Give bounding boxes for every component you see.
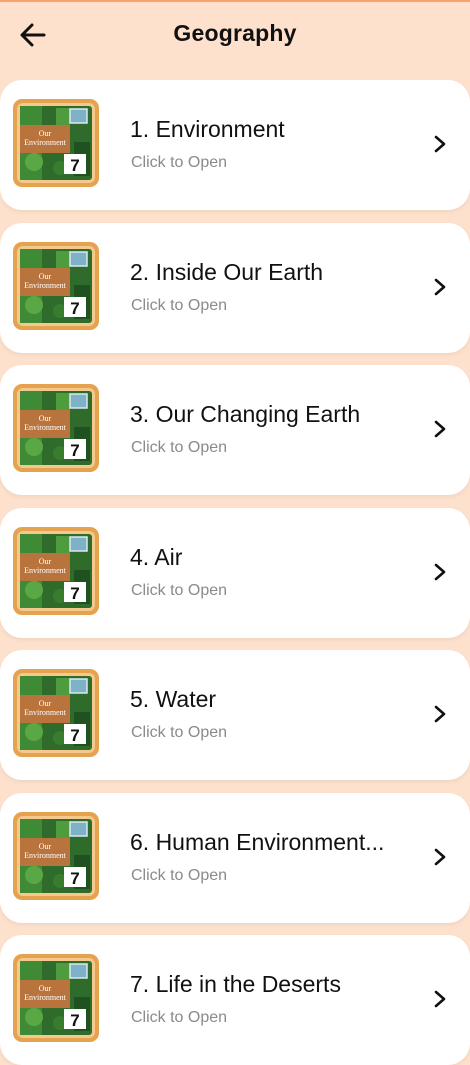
thumb-title-line1: Our (39, 557, 52, 566)
chapter-title: 2. Inside Our Earth (130, 258, 324, 285)
chevron-right-icon (434, 990, 446, 1008)
chevron-right-icon (434, 135, 446, 153)
thumb-grade: 7 (70, 156, 79, 175)
chevron-right-icon (434, 563, 446, 580)
chapter-subtitle: Click to Open (131, 1009, 228, 1026)
chapter-title: 5. Water (130, 686, 217, 712)
thumb-title-line2: Environment (24, 423, 67, 432)
chapter-title: 7. Life in the Deserts (130, 971, 341, 997)
chapter-card[interactable]: Our Environment 7 4. Air Click to Open (0, 507, 470, 638)
chapter-subtitle: Click to Open (131, 866, 228, 884)
chapter-subtitle: Click to Open (131, 296, 228, 314)
app-header: Geography (0, 0, 470, 72)
chapter-card[interactable]: Our Environment 7 1. Environment Click t… (0, 80, 470, 210)
book-thumbnail: Our Environment 7 (13, 241, 99, 330)
thumb-title-line2: Environment (24, 993, 67, 1002)
thumb-title-line2: Environment (24, 708, 67, 717)
thumb-grade: 7 (70, 299, 79, 318)
chapter-card[interactable]: Our Environment 7 6. Human Environment..… (0, 792, 470, 923)
chevron-right-icon (434, 420, 446, 438)
book-thumbnail: Our Environment 7 (13, 811, 99, 900)
chevron-right-icon (434, 848, 446, 865)
thumb-title-line2: Environment (24, 566, 67, 575)
chapter-card[interactable]: Our Environment 7 5. Water Click to Open (0, 650, 470, 780)
thumb-title-line2: Environment (24, 281, 67, 290)
thumb-title-line1: Our (39, 272, 52, 281)
thumb-title-line1: Our (39, 984, 52, 993)
chevron-right-icon (434, 278, 446, 295)
chapter-card[interactable]: Our Environment 7 2. Inside Our Earth Cl… (0, 222, 470, 353)
book-thumbnail: Our Environment 7 (13, 954, 99, 1042)
chapter-subtitle: Click to Open (131, 581, 228, 599)
thumb-title-line1: Our (39, 699, 52, 708)
book-thumbnail: Our Environment 7 (13, 384, 99, 472)
thumb-grade: 7 (70, 584, 79, 603)
chevron-right-icon (434, 705, 446, 723)
thumb-title-line1: Our (39, 414, 52, 423)
chapter-title: 1. Environment (130, 116, 285, 142)
thumb-grade: 7 (70, 1011, 79, 1030)
chapter-subtitle: Click to Open (131, 439, 228, 456)
page-title: Geography (173, 20, 297, 46)
chapter-subtitle: Click to Open (131, 724, 228, 741)
thumb-title-line1: Our (39, 842, 52, 851)
chapter-title: 3. Our Changing Earth (130, 401, 361, 427)
chapter-card[interactable]: Our Environment 7 3. Our Changing Earth … (0, 365, 470, 495)
thumb-grade: 7 (70, 726, 79, 745)
chapter-title: 4. Air (130, 543, 183, 570)
thumb-grade: 7 (70, 441, 79, 460)
chapter-subtitle: Click to Open (131, 154, 228, 171)
book-thumbnail: Our Environment 7 (13, 526, 99, 615)
book-thumbnail: Our Environment 7 (13, 669, 99, 757)
chapter-card[interactable]: Our Environment 7 7. Life in the Deserts… (0, 935, 470, 1065)
thumb-title-line2: Environment (24, 851, 67, 860)
thumb-title-line2: Environment (24, 138, 67, 147)
chapter-title: 6. Human Environment... (130, 828, 385, 855)
thumb-title-line1: Our (39, 129, 52, 138)
book-thumbnail: Our Environment 7 (13, 99, 99, 187)
thumb-grade: 7 (70, 869, 79, 888)
